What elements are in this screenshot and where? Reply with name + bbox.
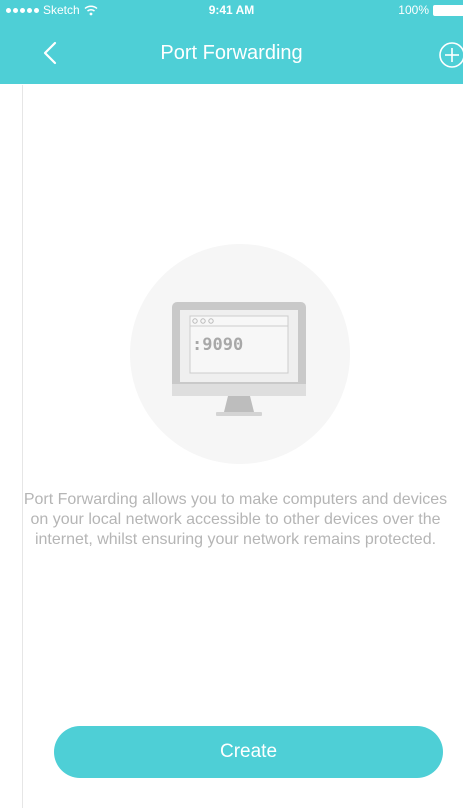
divider xyxy=(22,85,23,808)
empty-state-illustration: :9090 xyxy=(128,242,352,466)
page-title: Port Forwarding xyxy=(160,42,303,64)
status-bar: Sketch 9:41 AM 100% xyxy=(0,0,463,20)
status-right: 100% xyxy=(398,3,463,17)
add-button[interactable] xyxy=(432,40,463,70)
create-button[interactable]: Create xyxy=(54,726,443,778)
app-screen: Sketch 9:41 AM 100% Port Forwarding:909… xyxy=(0,0,463,808)
status-time: 9:41 AM xyxy=(208,3,255,17)
nav-bar: Port Forwarding xyxy=(0,20,463,84)
battery-icon xyxy=(433,4,463,16)
port-number-text: :9090 xyxy=(192,335,243,355)
plus-circle-icon xyxy=(439,42,463,68)
monitor-illustration: :9090 xyxy=(130,244,350,464)
battery-percent: 100% xyxy=(398,3,429,17)
empty-state-description: Port Forwarding allows you to make compu… xyxy=(23,491,448,548)
